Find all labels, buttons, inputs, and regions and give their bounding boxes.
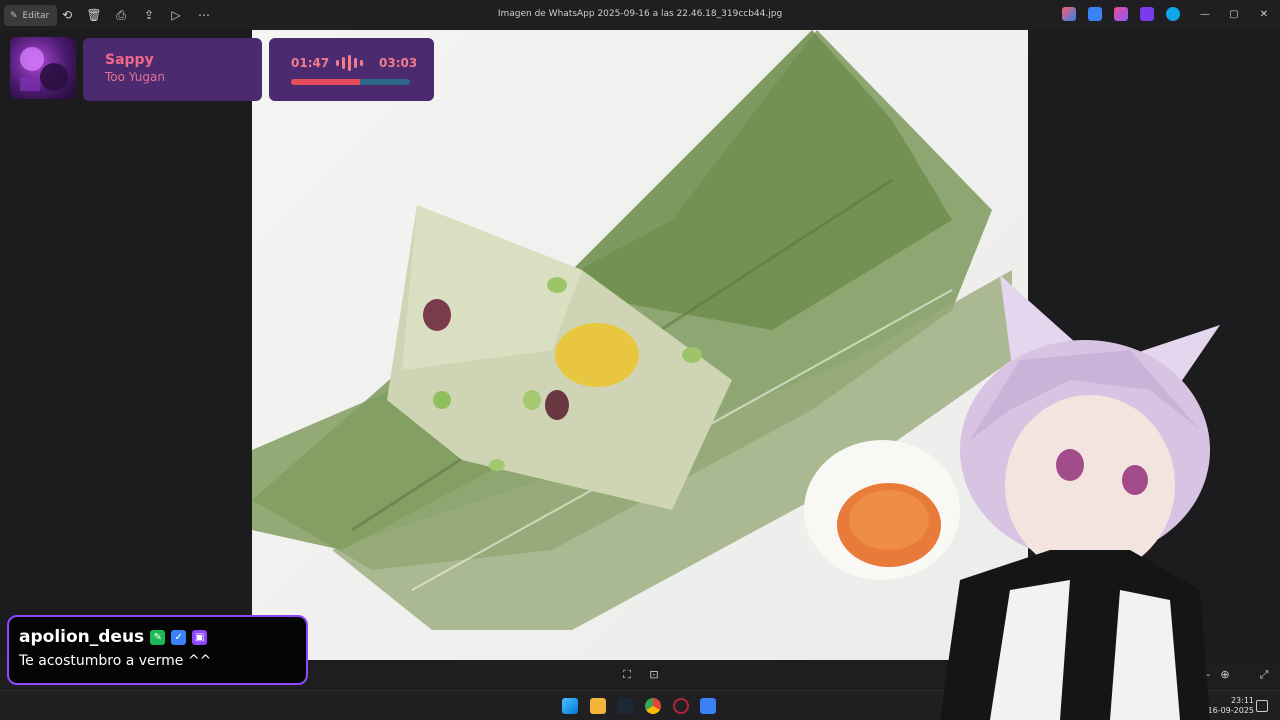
- minimize-icon[interactable]: —: [1198, 8, 1212, 22]
- windows-start-icon[interactable]: [562, 698, 578, 714]
- close-icon[interactable]: ✕: [1257, 8, 1271, 22]
- paint-icon[interactable]: [1088, 7, 1102, 21]
- now-playing-card: Sappy Too Yugan: [83, 38, 262, 101]
- file-explorer-icon[interactable]: [590, 698, 606, 714]
- track-title: Sappy: [105, 52, 154, 68]
- playback-progress-bar: [291, 79, 410, 85]
- app-shortcuts: [1062, 7, 1180, 21]
- title-bar: ✎ Editar ⟲ 🗑 ⎙ ⇪ ▷ ⋯ Imagen de WhatsApp …: [0, 0, 1280, 30]
- edit-badge-icon: ✎: [150, 629, 166, 645]
- notifications-icon[interactable]: [1256, 700, 1268, 712]
- edit-button[interactable]: ✎ Editar: [4, 5, 58, 26]
- share-icon[interactable]: ⇪: [140, 6, 158, 24]
- playback-card: 01:47 03:03: [269, 38, 434, 101]
- designer-icon[interactable]: [1114, 7, 1128, 21]
- equalizer-icon: [336, 55, 363, 71]
- copilot-icon[interactable]: [1062, 7, 1076, 21]
- slideshow-icon[interactable]: ▷: [167, 6, 185, 24]
- print-icon[interactable]: ⎙: [112, 6, 130, 24]
- album-art: [10, 37, 76, 99]
- actual-size-icon[interactable]: ⊡: [647, 668, 661, 682]
- chat-message-text: Te acostumbro a verme ^^: [19, 653, 212, 669]
- chat-message-box: apolion_deus ✎ ✓ ▣ Te acostumbro a verme…: [7, 615, 308, 685]
- fullscreen-icon[interactable]: ⤢: [1257, 668, 1271, 682]
- chat-user-line: apolion_deus ✎ ✓ ▣: [19, 627, 306, 647]
- track-artist: Too Yugan: [105, 70, 165, 84]
- twitch-badge-icon: ▣: [192, 629, 208, 645]
- rotate-icon[interactable]: ⟲: [58, 6, 76, 24]
- verified-badge-icon: ✓: [171, 629, 187, 645]
- zoom-in-icon[interactable]: ⊕: [1218, 668, 1232, 682]
- total-time: 03:03: [379, 56, 418, 70]
- delete-icon[interactable]: 🗑: [85, 6, 103, 24]
- photos-icon[interactable]: [700, 698, 716, 714]
- opera-icon[interactable]: [673, 698, 689, 714]
- more-icon[interactable]: ⋯: [195, 6, 213, 24]
- edit-icon: ✎: [10, 10, 18, 21]
- chat-username: apolion_deus: [19, 627, 145, 647]
- steam-icon[interactable]: [617, 698, 633, 714]
- playback-progress-fill: [291, 79, 361, 85]
- fit-screen-icon[interactable]: ⛶: [620, 668, 634, 682]
- avatar-figure: [940, 275, 1220, 720]
- current-time: 01:47: [291, 56, 330, 70]
- onedrive-icon[interactable]: [1166, 7, 1180, 21]
- edit-button-label: Editar: [22, 10, 50, 21]
- restore-icon[interactable]: ▢: [1227, 8, 1241, 22]
- vtuber-avatar: [880, 270, 1220, 720]
- chrome-icon[interactable]: [645, 698, 661, 714]
- album-art-image: [20, 47, 68, 91]
- clipchamp-icon[interactable]: [1140, 7, 1154, 21]
